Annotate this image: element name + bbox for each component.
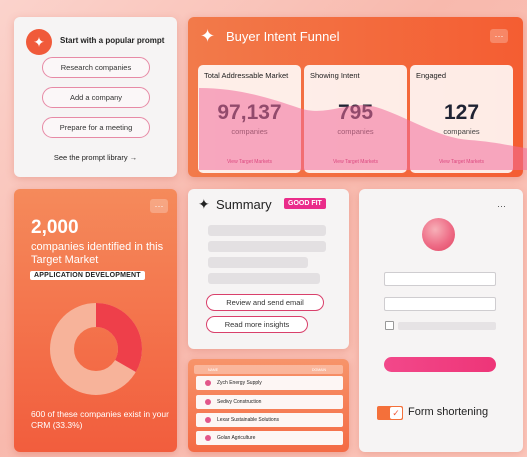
table-row[interactable]: Zych Energy Supply: [196, 376, 343, 390]
summary-text-placeholder: [208, 257, 308, 268]
target-market-card: ··· 2,000 companies identified in this T…: [14, 189, 177, 452]
form-input-field[interactable]: [384, 297, 496, 311]
funnel-panel-total: Total Addressable Market 97,137 companie…: [198, 65, 301, 173]
checkbox-label-placeholder: [398, 322, 496, 330]
crm-donut-chart: [50, 303, 142, 395]
market-category-badge: APPLICATION DEVELOPMENT: [30, 271, 145, 280]
prompt-starter-card: ✦ Start with a popular prompt Research c…: [14, 17, 177, 177]
form-checkbox[interactable]: [385, 321, 394, 330]
company-name: Lexar Sustainable Solutions: [217, 417, 279, 423]
panel-unit: companies: [443, 127, 480, 136]
company-icon: [205, 399, 211, 405]
form-shortening-label: Form shortening: [408, 406, 489, 418]
form-preview-card: ··· ✓ Form shortening: [359, 189, 523, 452]
read-more-insights-button[interactable]: Read more insights: [206, 316, 308, 333]
panel-label: Total Addressable Market: [204, 71, 289, 80]
prompt-add-company-button[interactable]: Add a company: [42, 87, 150, 108]
company-name: Zych Energy Supply: [217, 380, 262, 386]
panel-unit: companies: [231, 127, 268, 136]
review-send-email-button[interactable]: Review and send email: [206, 294, 324, 311]
table-row[interactable]: Golan Agriculture: [196, 431, 343, 445]
funnel-panel-intent: Showing Intent 795 companies View Target…: [304, 65, 407, 173]
panel-value: 127: [443, 101, 480, 124]
table-row[interactable]: Lexar Sustainable Solutions: [196, 413, 343, 427]
column-header-domain: DOMAIN: [312, 367, 326, 372]
company-icon: [205, 380, 211, 386]
fit-badge: GOOD FIT: [284, 198, 326, 209]
buyer-intent-funnel-card: ✦ Buyer Intent Funnel ··· Total Addressa…: [188, 17, 523, 177]
more-options-button[interactable]: ···: [497, 201, 506, 211]
form-input-field[interactable]: [384, 272, 496, 286]
company-icon: [205, 435, 211, 441]
summary-title: Summary: [216, 197, 272, 212]
funnel-title: Buyer Intent Funnel: [226, 29, 340, 44]
more-options-button[interactable]: ···: [490, 29, 508, 43]
company-icon: [205, 417, 211, 423]
table-row[interactable]: Sedivy Construction: [196, 395, 343, 409]
market-footnote: 600 of these companies exist in your CRM…: [31, 409, 169, 430]
prompt-research-companies-button[interactable]: Research companies: [42, 57, 150, 78]
funnel-panel-engaged: Engaged 127 companies View Target Market…: [410, 65, 513, 173]
view-target-markets-link[interactable]: View Target Markets: [198, 159, 301, 165]
market-description: companies identified in this Target Mark…: [31, 241, 164, 266]
company-table-card: NAME DOMAIN Zych Energy Supply Sedivy Co…: [188, 359, 349, 452]
more-options-button[interactable]: ···: [150, 199, 168, 213]
panel-label: Showing Intent: [310, 71, 360, 80]
view-target-markets-link[interactable]: View Target Markets: [304, 159, 407, 165]
market-company-count: 2,000: [31, 217, 79, 238]
company-name: Golan Agriculture: [217, 435, 256, 441]
prompt-heading: Start with a popular prompt: [60, 36, 165, 45]
company-name: Sedivy Construction: [217, 399, 262, 405]
sparkle-icon: ✦: [198, 196, 210, 212]
panel-value: 795: [337, 101, 374, 124]
summary-text-placeholder: [208, 241, 326, 252]
table-header: NAME DOMAIN: [194, 365, 343, 374]
panel-value: 97,137: [217, 101, 282, 124]
summary-text-placeholder: [208, 273, 320, 284]
form-shortening-toggle[interactable]: ✓: [377, 406, 403, 420]
view-target-markets-link[interactable]: View Target Markets: [410, 159, 513, 165]
summary-text-placeholder: [208, 225, 326, 236]
sparkle-icon: ✦: [26, 29, 52, 55]
panel-label: Engaged: [416, 71, 447, 80]
sparkle-icon: ✦: [200, 26, 216, 46]
panel-unit: companies: [337, 127, 374, 136]
summary-card: ✦ Summary GOOD FIT Review and send email…: [188, 189, 349, 349]
prompt-prepare-meeting-button[interactable]: Prepare for a meeting: [42, 117, 150, 138]
form-submit-button[interactable]: [384, 357, 496, 372]
avatar: [422, 218, 455, 251]
column-header-name: NAME: [208, 367, 219, 372]
checkmark-icon: ✓: [390, 407, 402, 419]
prompt-library-link[interactable]: See the prompt library →: [14, 153, 177, 162]
